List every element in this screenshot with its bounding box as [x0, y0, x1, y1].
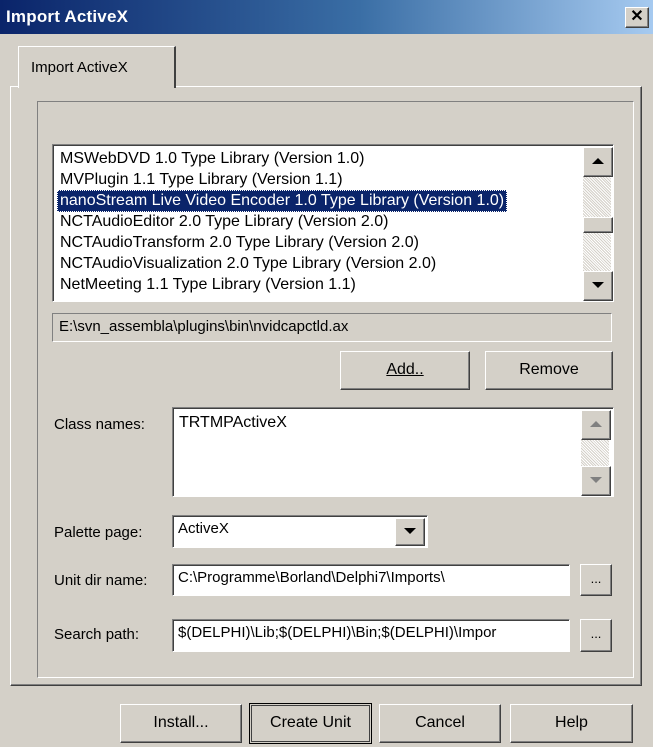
list-item[interactable]: MVPlugin 1.1 Type Library (Version 1.1) — [57, 169, 346, 191]
install-button[interactable]: Install... — [120, 704, 242, 743]
tab-label: Import ActiveX — [31, 59, 128, 76]
cancel-button[interactable]: Cancel — [379, 704, 501, 743]
remove-button[interactable]: Remove — [485, 351, 613, 390]
class-names-scrollbar[interactable] — [581, 410, 611, 496]
close-icon: ✕ — [630, 8, 644, 25]
tab-import-activex[interactable]: Import ActiveX — [18, 46, 176, 88]
palette-page-select[interactable]: ActiveX — [172, 515, 428, 548]
scroll-up-icon — [590, 421, 602, 427]
list-scrollbar[interactable] — [583, 147, 613, 301]
palette-page-value: ActiveX — [178, 520, 229, 537]
create-unit-button[interactable]: Create Unit — [249, 703, 372, 744]
window-title: Import ActiveX — [6, 7, 129, 26]
create-unit-button-label: Create Unit — [270, 714, 351, 731]
unit-dir-label: Unit dir name: — [54, 572, 148, 589]
unit-dir-browse-button[interactable]: ... — [580, 564, 612, 596]
scroll-down-icon — [592, 282, 604, 288]
scroll-down-icon — [590, 477, 602, 483]
search-path-browse-button[interactable]: ... — [580, 619, 612, 652]
list-item[interactable]: NCTAudioEditor 2.0 Type Library (Version… — [57, 211, 391, 233]
class-names-label: Class names: — [54, 416, 145, 433]
list-item-selected[interactable]: nanoStream Live Video Encoder 1.0 Type L… — [57, 190, 508, 212]
close-button[interactable]: ✕ — [625, 7, 649, 28]
list-item[interactable]: NetMeeting 1.1 Type Library (Version 1.1… — [57, 274, 359, 296]
scroll-down-button[interactable] — [583, 271, 613, 301]
list-item[interactable]: NCTAudioTransform 2.0 Type Library (Vers… — [57, 232, 422, 254]
add-button[interactable]: Add.. — [340, 351, 470, 390]
help-button-label: Help — [555, 714, 588, 731]
add-button-label: Add.. — [386, 361, 424, 378]
class-names-box[interactable]: TRTMPActiveX — [172, 407, 614, 497]
chevron-down-icon — [404, 528, 416, 534]
scroll-up-icon — [592, 158, 604, 164]
list-item[interactable]: MSWebDVD 1.0 Type Library (Version 1.0) — [57, 148, 367, 170]
type-library-list[interactable]: MSWebDVD 1.0 Type Library (Version 1.0) … — [52, 144, 614, 302]
class-scroll-down-button[interactable] — [581, 466, 611, 496]
dropdown-button[interactable] — [395, 518, 425, 546]
scroll-thumb[interactable] — [583, 217, 613, 233]
help-button[interactable]: Help — [510, 704, 633, 743]
list-item[interactable]: NCTAudioVisualization 2.0 Type Library (… — [57, 253, 439, 275]
install-button-label: Install... — [153, 714, 209, 731]
file-path-display: E:\svn_assembla\plugins\bin\nvidcapctld.… — [52, 313, 612, 342]
scroll-up-button[interactable] — [583, 147, 613, 177]
cancel-button-label: Cancel — [415, 714, 465, 731]
palette-page-label: Palette page: — [54, 524, 143, 541]
unit-dir-input[interactable]: C:\Programme\Borland\Delphi7\Imports\ — [172, 564, 570, 596]
class-names-value: TRTMPActiveX — [179, 414, 287, 431]
remove-button-label: Remove — [519, 361, 579, 378]
search-path-input[interactable]: $(DELPHI)\Lib;$(DELPHI)\Bin;$(DELPHI)\Im… — [172, 619, 570, 652]
class-scroll-up-button[interactable] — [581, 410, 611, 440]
search-path-label: Search path: — [54, 626, 140, 643]
